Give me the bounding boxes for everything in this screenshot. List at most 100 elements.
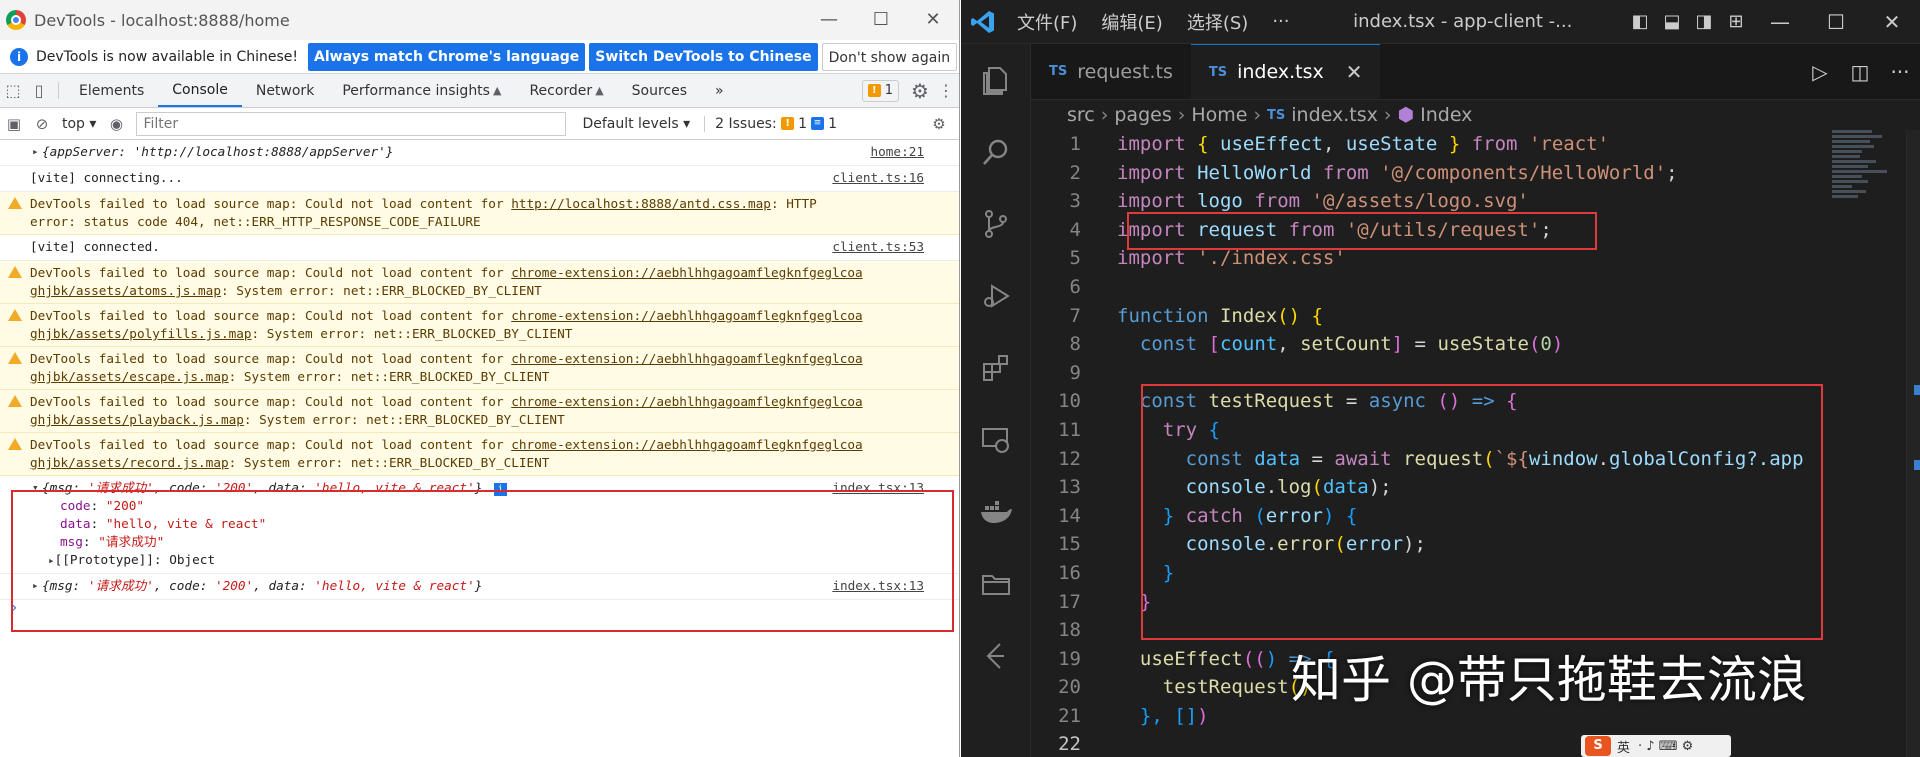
warning-link[interactable]: chrome-extension://aebhlhhgagoamflegknfg… [511,437,862,452]
tab-close-icon[interactable]: ✕ [1346,60,1363,84]
code-line: 1 import { useEffect, useState } from 're… [1031,130,1920,159]
toggle-secondary-sidebar-icon[interactable]: ◨ [1688,11,1720,32]
maximize-icon[interactable]: ☐ [855,0,907,40]
dont-show-again-button[interactable]: Don't show again [821,42,958,71]
breadcrumb-item[interactable]: pages [1114,104,1171,126]
more-tabs-icon[interactable]: » [701,74,738,107]
warning-link[interactable]: ghjbk/assets/record.js.map [30,455,229,470]
run-icon[interactable]: ▷ [1800,60,1840,84]
minimize-icon[interactable]: — [803,0,855,40]
issues-counter[interactable]: 2 Issues: ! 1 ≡ 1 [704,115,837,132]
tab-index-tsx[interactable]: TS index.tsx ✕ [1190,44,1381,99]
clear-console-icon[interactable]: ⊘ [28,115,56,133]
minimize-icon[interactable]: — [1752,10,1808,34]
inspect-element-icon[interactable]: ⬚ [0,74,26,107]
warning-triangle-icon [8,197,22,209]
issues-badge[interactable]: ! 1 [861,79,899,102]
context-selector[interactable]: top ▾ [56,116,102,132]
kebab-menu-icon[interactable]: ⋮ [933,81,959,100]
devtools-window: DevTools - localhost:8888/home — ☐ ✕ i D… [0,0,960,757]
log-source-link[interactable]: client.ts:53 [832,238,924,256]
symbol-cube-icon: ⬢ [1397,104,1415,126]
minimap-line [1832,170,1887,173]
match-language-button[interactable]: Always match Chrome's language [308,42,586,71]
log-message: [vite] connecting... [30,170,183,185]
tab-sources[interactable]: Sources [618,74,701,107]
close-icon[interactable]: ✕ [1864,10,1920,34]
minimap[interactable] [1832,130,1892,260]
console-settings-icon[interactable]: ⚙ [925,115,953,133]
warning-link[interactable]: ghjbk/assets/playback.js.map [30,412,244,427]
warning-triangle-icon [8,438,22,450]
ime-toolbar[interactable]: S 英 · ♪ ⌨ ⚙ [1581,735,1731,757]
console-toolbar: ▣ ⊘ top ▾ ◉ Default levels ▾ 2 Issues: !… [0,108,959,140]
expand-triangle-icon[interactable]: ▸ [32,143,39,161]
toggle-sidebar-icon[interactable]: ◧ [1624,11,1656,32]
menu-selection[interactable]: 选择(S) [1175,9,1260,35]
minimap-line [1832,155,1860,158]
code-token: 0 [1540,333,1552,356]
breadcrumb-item[interactable]: Index [1420,104,1472,126]
close-icon[interactable]: ✕ [907,0,959,40]
more-actions-icon[interactable]: ··· [1880,60,1920,84]
eye-icon[interactable]: ◉ [102,115,130,133]
warning-row: DevTools failed to load source map: Coul… [0,390,959,433]
warning-link[interactable]: chrome-extension://aebhlhhgagoamflegknfg… [511,394,862,409]
maximize-icon[interactable]: ☐ [1808,10,1864,34]
log-source-link[interactable]: client.ts:16 [832,169,924,187]
device-toolbar-icon[interactable]: ▯ [26,74,52,107]
scroll-marker [1914,385,1920,395]
line-number: 20 [1058,676,1081,699]
tab-network[interactable]: Network [242,74,328,107]
explorer-icon[interactable] [961,44,1030,116]
code-token: HelloWorld [1197,161,1312,184]
source-control-icon[interactable] [961,188,1030,260]
levels-dropdown[interactable]: Default levels ▾ [576,116,696,132]
warning-link[interactable]: chrome-extension://aebhlhhgagoamflegknfg… [511,265,862,280]
menu-file[interactable]: 文件(F) [1005,9,1089,35]
customize-layout-icon[interactable]: ⊞ [1720,11,1752,32]
log-row[interactable]: ▸ {appServer: 'http://localhost:8888/app… [0,140,959,166]
breadcrumb-item[interactable]: index.tsx [1291,104,1378,126]
tab-recorder[interactable]: Recorder ▲ [515,74,617,107]
run-debug-icon[interactable] [961,260,1030,332]
docker-icon[interactable] [961,476,1030,548]
tab-performance-insights[interactable]: Performance insights ▲ [328,74,515,107]
remote-explorer-icon[interactable] [961,404,1030,476]
tab-elements[interactable]: Elements [65,74,158,107]
timeline-icon[interactable] [961,620,1030,692]
line-number: 13 [1058,476,1081,499]
toggle-panel-icon[interactable]: ⬓ [1656,11,1688,32]
highlight-box [1141,384,1823,640]
code-token: count [1220,333,1278,356]
tab-request-ts[interactable]: TS request.ts [1031,44,1191,99]
log-source-link[interactable]: home:21 [871,143,924,161]
code-token: ] [1391,333,1404,356]
warning-link[interactable]: chrome-extension://aebhlhhgagoamflegknfg… [511,351,862,366]
warning-link[interactable]: http://localhost:8888/antd.css.map [511,196,771,211]
code-token: ) [1197,704,1209,727]
settings-gear-icon[interactable]: ⚙ [907,79,933,103]
vertical-scrollbar[interactable] [1906,130,1920,757]
menu-more[interactable]: ··· [1260,11,1301,32]
infobar-message: DevTools is now available in Chinese! [36,48,298,65]
switch-chinese-button[interactable]: Switch DevTools to Chinese [589,42,818,71]
folder-icon[interactable] [961,548,1030,620]
vscode-window: 文件(F) 编辑(E) 选择(S) ··· index.tsx - app-cl… [961,0,1920,757]
extensions-icon[interactable] [961,332,1030,404]
minimap-line [1832,145,1874,148]
warning-link[interactable]: ghjbk/assets/escape.js.map [30,369,229,384]
breadcrumb-item[interactable]: Home [1191,104,1247,126]
sidebar-toggle-icon[interactable]: ▣ [0,115,28,133]
code-token: './index.css' [1197,247,1346,270]
line-number: 8 [1069,333,1081,356]
breadcrumb-item[interactable]: src [1067,104,1095,126]
split-editor-icon[interactable]: ◫ [1840,60,1880,84]
warning-link[interactable]: chrome-extension://aebhlhhgagoamflegknfg… [511,308,862,323]
warning-link[interactable]: ghjbk/assets/polyfills.js.map [30,326,252,341]
tab-console[interactable]: Console [158,74,242,107]
warning-link[interactable]: ghjbk/assets/atoms.js.map [30,283,221,298]
search-icon[interactable] [961,116,1030,188]
filter-input[interactable] [136,111,567,136]
menu-edit[interactable]: 编辑(E) [1089,9,1174,35]
